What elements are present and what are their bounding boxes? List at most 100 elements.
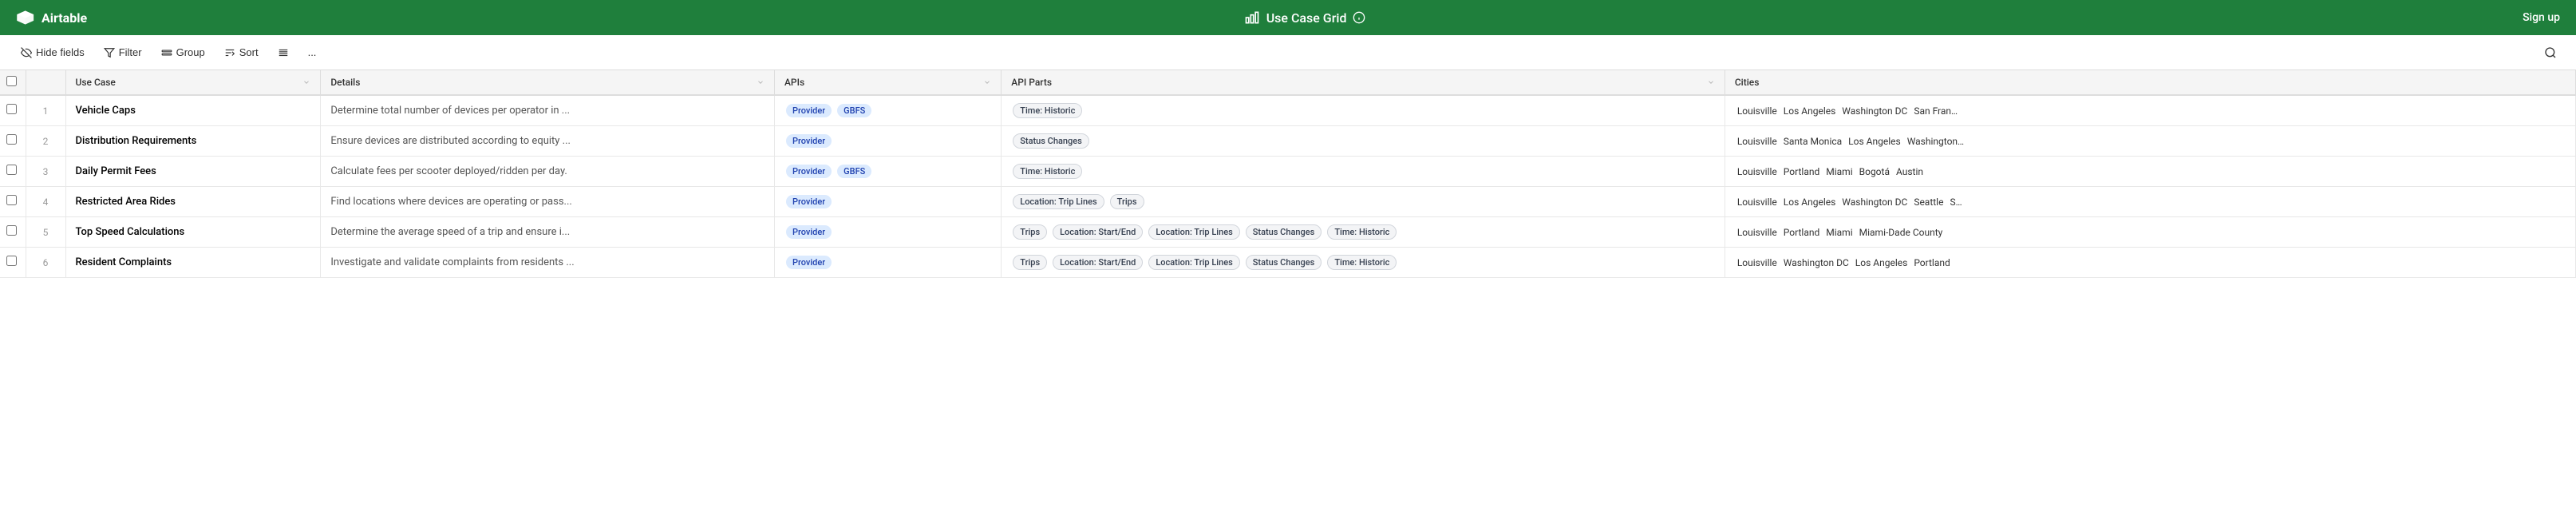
- info-icon: [1353, 11, 1365, 24]
- cell-use-case[interactable]: Resident Complaints: [65, 248, 321, 278]
- api-part-badge: Location: Start/End: [1053, 255, 1143, 270]
- row-number: 2: [26, 126, 65, 157]
- city-tag: Washington DC: [1842, 105, 1907, 117]
- col-cities-label: Cities: [1735, 77, 1760, 88]
- cell-use-case[interactable]: Distribution Requirements: [65, 126, 321, 157]
- city-tag: Los Angeles: [1848, 136, 1901, 147]
- cell-use-case[interactable]: Top Speed Calculations: [65, 217, 321, 248]
- main-table: Use Case Details APIs: [0, 70, 2576, 278]
- city-tag: Louisville: [1737, 257, 1777, 268]
- search-button[interactable]: [2538, 42, 2563, 63]
- row-checkbox[interactable]: [6, 256, 17, 266]
- sort-label: Sort: [239, 46, 259, 58]
- api-badge: GBFS: [837, 104, 871, 117]
- city-tag: Santa Monica: [1784, 136, 1842, 147]
- row-number: 6: [26, 248, 65, 278]
- row-checkbox[interactable]: [6, 225, 17, 236]
- table-row: 2Distribution RequirementsEnsure devices…: [0, 126, 2576, 157]
- col-details-sort-icon: [757, 78, 765, 86]
- row-checkbox-cell: [0, 95, 26, 126]
- row-checkbox[interactable]: [6, 195, 17, 205]
- sort-button[interactable]: Sort: [216, 42, 267, 62]
- select-all-checkbox-cell: [0, 70, 26, 95]
- filter-label: Filter: [119, 46, 142, 58]
- cell-use-case[interactable]: Restricted Area Rides: [65, 187, 321, 217]
- api-part-badge: Status Changes: [1246, 224, 1322, 240]
- col-header-use-case[interactable]: Use Case: [65, 70, 321, 95]
- cell-details: Find locations where devices are operati…: [321, 187, 775, 217]
- api-badge: Provider: [786, 165, 832, 178]
- row-number: 1: [26, 95, 65, 126]
- col-apis-sort-icon: [983, 78, 991, 86]
- row-checkbox[interactable]: [6, 104, 17, 114]
- table-row: 6Resident ComplaintsInvestigate and vali…: [0, 248, 2576, 278]
- api-part-badge: Time: Historic: [1327, 255, 1397, 270]
- search-icon: [2544, 46, 2557, 59]
- row-number: 3: [26, 157, 65, 187]
- cell-details: Ensure devices are distributed according…: [321, 126, 775, 157]
- page-title: Use Case Grid: [1266, 10, 1347, 26]
- city-tag: S…: [1950, 196, 1962, 208]
- table-container: Use Case Details APIs: [0, 70, 2576, 508]
- api-part-badge: Time: Historic: [1013, 103, 1082, 118]
- group-label: Group: [176, 46, 205, 58]
- col-details-label: Details: [330, 77, 360, 88]
- cell-api-parts: Status Changes: [1002, 126, 1725, 157]
- city-tag: Austin: [1896, 166, 1923, 177]
- api-part-badge: Location: Trip Lines: [1013, 194, 1104, 209]
- row-number: 5: [26, 217, 65, 248]
- cell-use-case[interactable]: Vehicle Caps: [65, 95, 321, 126]
- api-part-badge: Status Changes: [1246, 255, 1322, 270]
- cell-api-parts: Time: Historic: [1002, 95, 1725, 126]
- filter-button[interactable]: Filter: [96, 42, 150, 62]
- cell-apis: Provider: [774, 126, 1001, 157]
- api-badge: Provider: [786, 225, 832, 239]
- row-checkbox[interactable]: [6, 165, 17, 175]
- city-tag: Los Angeles: [1855, 257, 1908, 268]
- api-badge: Provider: [786, 104, 832, 117]
- api-part-badge: Location: Trip Lines: [1148, 224, 1239, 240]
- col-use-case-label: Use Case: [76, 77, 116, 88]
- col-header-api-parts[interactable]: API Parts: [1002, 70, 1725, 95]
- city-tag: Washington…: [1907, 136, 1964, 147]
- city-tag: Los Angeles: [1784, 105, 1836, 117]
- city-tag: Washington DC: [1842, 196, 1907, 208]
- filter-icon: [104, 47, 115, 58]
- cell-cities: LouisvilleLos AngelesWashington DCSan Fr…: [1725, 95, 2575, 126]
- logo-text: Airtable: [41, 10, 87, 26]
- more-button[interactable]: ...: [300, 42, 325, 62]
- select-all-checkbox[interactable]: [6, 76, 17, 86]
- api-part-badge: Location: Start/End: [1053, 224, 1143, 240]
- cell-apis: Provider: [774, 187, 1001, 217]
- api-badge: GBFS: [837, 165, 871, 178]
- api-badge: Provider: [786, 195, 832, 208]
- logo[interactable]: Airtable: [16, 7, 87, 28]
- table-row: 5Top Speed CalculationsDetermine the ave…: [0, 217, 2576, 248]
- city-tag: Louisville: [1737, 227, 1777, 238]
- row-checkbox-cell: [0, 126, 26, 157]
- cell-api-parts: Time: Historic: [1002, 157, 1725, 187]
- row-height-button[interactable]: [270, 43, 297, 62]
- airtable-logo-icon: [16, 7, 37, 28]
- api-part-badge: Location: Trip Lines: [1148, 255, 1239, 270]
- city-tag: Washington DC: [1784, 257, 1849, 268]
- toolbar: Hide fields Filter Group Sort ...: [0, 35, 2576, 70]
- city-tag: Louisville: [1737, 136, 1777, 147]
- hide-fields-button[interactable]: Hide fields: [13, 42, 93, 62]
- sort-icon: [224, 47, 235, 58]
- city-tag: Miami: [1826, 166, 1852, 177]
- row-checkbox-cell: [0, 187, 26, 217]
- cell-cities: Louisville Santa Monica Los Angeles Washing…: [1725, 126, 2575, 157]
- cell-use-case[interactable]: Daily Permit Fees: [65, 157, 321, 187]
- col-header-cities[interactable]: Cities: [1725, 70, 2575, 95]
- row-checkbox[interactable]: [6, 134, 17, 145]
- col-header-apis[interactable]: APIs: [774, 70, 1001, 95]
- cell-cities: LouisvilleWashington DCLos AngelesPortla…: [1725, 248, 2575, 278]
- group-button[interactable]: Group: [153, 42, 213, 62]
- api-part-badge: Trips: [1013, 224, 1047, 240]
- signup-link[interactable]: Sign up: [2523, 11, 2560, 24]
- col-header-details[interactable]: Details: [321, 70, 775, 95]
- city-tag: Seattle: [1914, 196, 1943, 208]
- city-tag: Bogotá: [1859, 166, 1890, 177]
- chart-icon: [1244, 10, 1260, 26]
